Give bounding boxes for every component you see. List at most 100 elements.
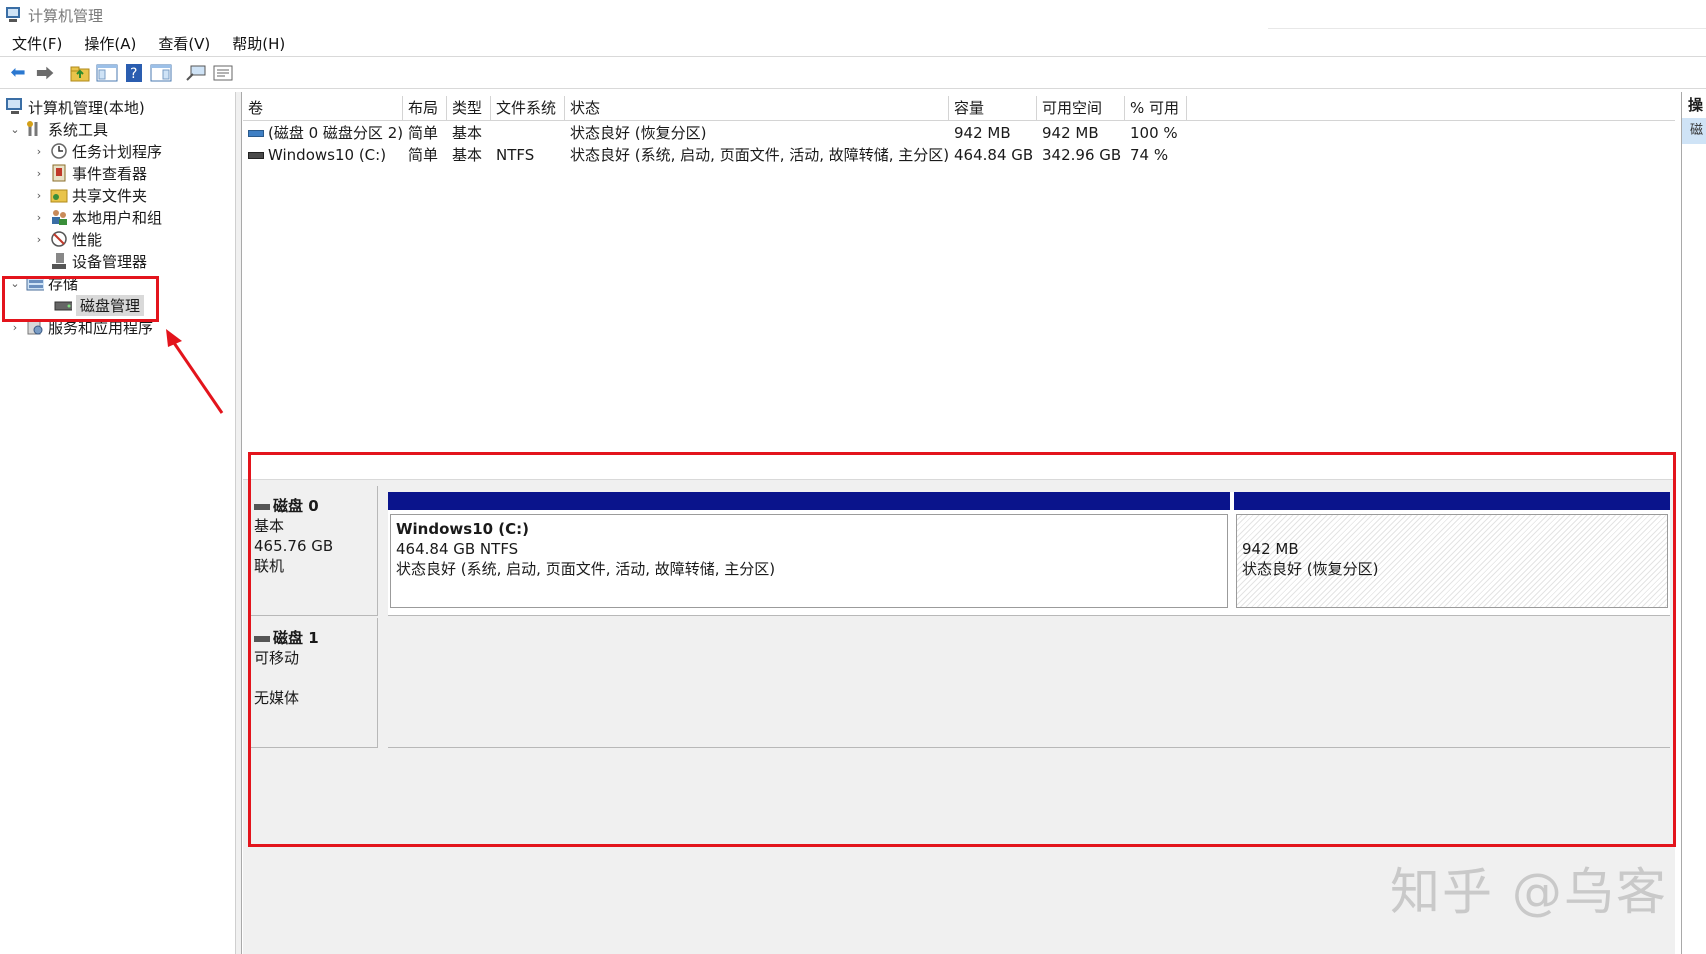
show-hide-action-pane-icon[interactable]: [149, 61, 173, 85]
toolbar: ⬅ ⮕ ?: [0, 57, 1706, 89]
help-icon[interactable]: ?: [122, 61, 146, 85]
actions-header: 操: [1682, 92, 1706, 118]
expand-chevron-icon[interactable]: ›: [32, 167, 46, 180]
partition-recovery-size: 942 MB: [1242, 540, 1299, 558]
col-filesystem[interactable]: 文件系统: [491, 96, 565, 120]
disk-0-state: 联机: [254, 557, 285, 575]
pct-cell: 100 %: [1130, 124, 1178, 142]
collapse-chevron-icon[interactable]: ⌄: [8, 277, 22, 290]
pane-splitter[interactable]: [236, 92, 242, 954]
storage-icon: [26, 274, 44, 292]
col-volume[interactable]: 卷: [243, 96, 403, 120]
event-viewer-icon: [50, 164, 68, 182]
users-icon: [50, 208, 68, 226]
expand-chevron-icon[interactable]: ›: [32, 145, 46, 158]
disk-1-name: 磁盘 1: [273, 629, 319, 647]
expand-chevron-icon[interactable]: ›: [32, 189, 46, 202]
menu-view[interactable]: 查看(V): [146, 33, 220, 54]
partition-c-name: Windows10 (C:): [396, 520, 530, 538]
status-cell: 状态良好 (恢复分区): [570, 124, 707, 142]
tree-label-performance: 性能: [72, 230, 103, 249]
tree-item-services-apps[interactable]: › 服务和应用程序: [8, 316, 153, 338]
menu-help[interactable]: 帮助(H): [220, 33, 295, 54]
expand-chevron-icon[interactable]: ›: [32, 211, 46, 224]
layout-cell: 简单: [408, 124, 439, 142]
tree-item-disk-management[interactable]: 磁盘管理: [50, 294, 145, 316]
tree-label-disk-management: 磁盘管理: [76, 294, 145, 316]
volume-list: 卷 布局 类型 文件系统 状态 容量 可用空间 % 可用 (磁盘 0 磁盘分区 …: [243, 96, 1675, 456]
device-manager-icon: [50, 252, 68, 270]
collapse-chevron-icon[interactable]: ⌄: [8, 123, 22, 136]
disk-1-label[interactable]: 磁盘 1 可移动 无媒体: [248, 618, 378, 748]
free-cell: 342.96 GB: [1042, 146, 1122, 164]
disk-0-partitions: Windows10 (C:) 464.84 GB NTFS 状态良好 (系统, …: [388, 492, 1670, 616]
type-cell: 基本: [452, 146, 483, 164]
tree-item-shared-folders[interactable]: › 共享文件夹: [32, 184, 147, 206]
partition-recovery[interactable]: 942 MB 状态良好 (恢复分区): [1236, 514, 1668, 608]
connect-icon[interactable]: [184, 61, 208, 85]
properties-icon[interactable]: [211, 61, 235, 85]
tree-item-event-viewer[interactable]: › 事件查看器: [32, 162, 147, 184]
col-capacity[interactable]: 容量: [949, 96, 1037, 120]
partition-c[interactable]: Windows10 (C:) 464.84 GB NTFS 状态良好 (系统, …: [390, 514, 1228, 608]
status-cell: 状态良好 (系统, 启动, 页面文件, 活动, 故障转储, 主分区): [570, 146, 950, 164]
tree-item-system-tools[interactable]: ⌄ 系统工具: [8, 118, 108, 140]
tree-label-storage: 存储: [48, 274, 79, 293]
menu-action[interactable]: 操作(A): [72, 33, 146, 54]
partition-c-size: 464.84 GB NTFS: [396, 540, 519, 558]
volume-name: Windows10 (C:): [268, 146, 387, 164]
capacity-cell: 464.84 GB: [954, 146, 1034, 164]
volume-name: (磁盘 0 磁盘分区 2): [268, 124, 404, 142]
forward-arrow-icon[interactable]: ⮕: [33, 61, 57, 85]
disk-0-kind: 基本: [254, 517, 285, 535]
tree-item-task-scheduler[interactable]: › 任务计划程序: [32, 140, 162, 162]
tree-item-device-manager[interactable]: 设备管理器: [46, 250, 147, 272]
col-percent-free[interactable]: % 可用: [1125, 96, 1187, 120]
col-free-space[interactable]: 可用空间: [1037, 96, 1125, 120]
disk-1-area: [388, 618, 1670, 748]
computer-management-icon: [6, 98, 24, 116]
disk-0-label[interactable]: 磁盘 0 基本 465.76 GB 联机: [248, 486, 378, 616]
disk-1-media: 无媒体: [254, 689, 300, 707]
computer-management-icon: [4, 6, 22, 24]
up-folder-icon[interactable]: [68, 61, 92, 85]
partition-bar-recovery: [1234, 492, 1670, 510]
tree-label-shared-folders: 共享文件夹: [72, 186, 148, 205]
console-tree-icon[interactable]: [95, 61, 119, 85]
col-status[interactable]: 状态: [565, 96, 949, 120]
tree-item-performance[interactable]: › 性能: [32, 228, 102, 250]
menu-file[interactable]: 文件(F): [0, 33, 72, 54]
performance-icon: [50, 230, 68, 248]
actions-item[interactable]: 磁: [1682, 118, 1706, 144]
tree-label-event-viewer: 事件查看器: [72, 164, 148, 183]
tree-item-local-users[interactable]: › 本地用户和组: [32, 206, 162, 228]
volume-list-header: 卷 布局 类型 文件系统 状态 容量 可用空间 % 可用: [243, 96, 1675, 121]
partition-c-status: 状态良好 (系统, 启动, 页面文件, 活动, 故障转储, 主分区): [396, 560, 776, 578]
tree-label-root: 计算机管理(本地): [28, 98, 145, 117]
console-tree: 计算机管理(本地) ⌄ 系统工具 › 任务计划程序 › 事件查看器 › 共享文件…: [0, 92, 236, 954]
tree-label-device-manager: 设备管理器: [72, 252, 148, 271]
services-icon: [26, 318, 44, 336]
system-tools-icon: [26, 120, 44, 138]
disk-management-icon: [54, 296, 72, 314]
disk-1-kind: 可移动: [254, 649, 300, 667]
graphical-view-top-strip: [243, 456, 1675, 480]
col-type[interactable]: 类型: [447, 96, 491, 120]
table-row[interactable]: (磁盘 0 磁盘分区 2) 简单 基本 状态良好 (恢复分区) 942 MB 9…: [243, 122, 1675, 144]
clock-icon: [50, 142, 68, 160]
pct-cell: 74 %: [1130, 146, 1169, 164]
volume-icon: [248, 152, 264, 159]
partition-recovery-status: 状态良好 (恢复分区): [1242, 560, 1379, 578]
tree-label-local-users: 本地用户和组: [72, 208, 163, 227]
tree-item-storage[interactable]: ⌄ 存储: [8, 272, 78, 294]
col-layout[interactable]: 布局: [403, 96, 447, 120]
actions-pane: 操 磁: [1681, 92, 1706, 954]
table-row[interactable]: Windows10 (C:) 简单 基本 NTFS 状态良好 (系统, 启动, …: [243, 144, 1675, 166]
tree-item-root[interactable]: 计算机管理(本地): [4, 96, 145, 118]
expand-chevron-icon[interactable]: ›: [32, 233, 46, 246]
expand-chevron-icon[interactable]: ›: [8, 321, 22, 334]
title-bar: 计算机管理: [0, 0, 1706, 30]
free-cell: 942 MB: [1042, 124, 1099, 142]
tree-label-services-apps: 服务和应用程序: [48, 318, 154, 337]
back-arrow-icon[interactable]: ⬅: [6, 61, 30, 85]
